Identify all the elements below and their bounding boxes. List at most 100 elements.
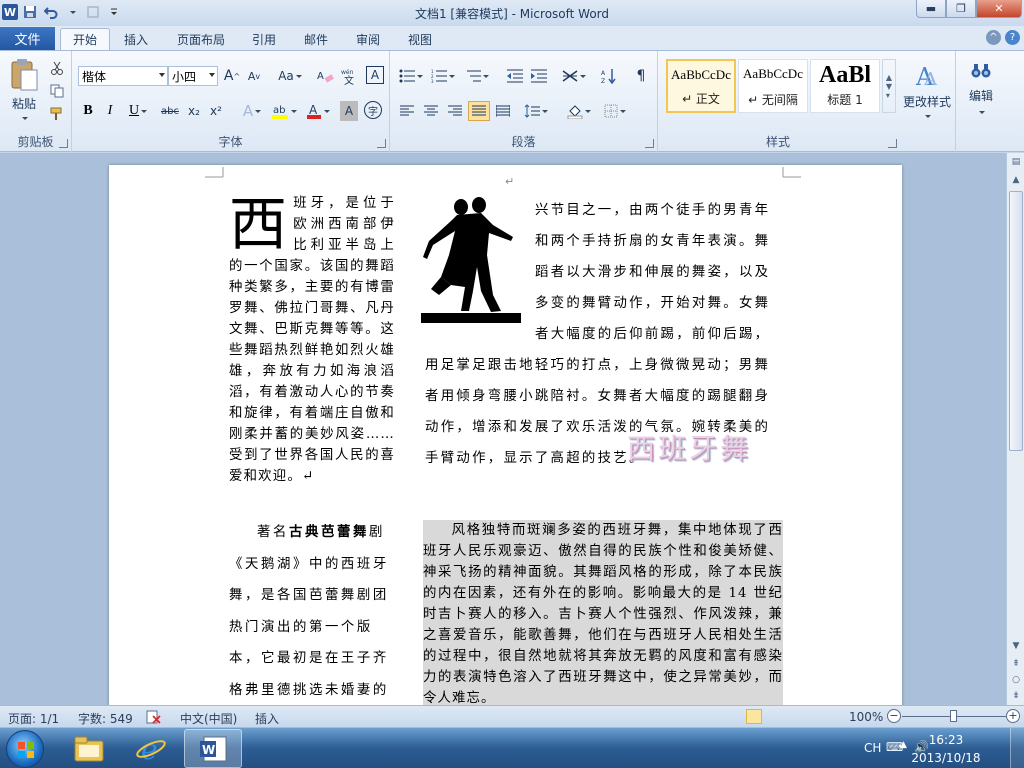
decrease-indent-icon[interactable]: [504, 66, 526, 86]
next-page-icon[interactable]: ⇟: [1009, 689, 1023, 703]
enclose-characters-icon[interactable]: 字: [364, 101, 382, 119]
clock-date[interactable]: 2013/10/18: [906, 751, 986, 765]
tab-file[interactable]: 文件: [0, 27, 55, 50]
superscript-button[interactable]: x²: [206, 101, 226, 121]
subscript-button[interactable]: x₂: [184, 101, 204, 121]
tab-review[interactable]: 审阅: [348, 28, 388, 50]
taskbar-ie-icon[interactable]: e: [122, 729, 180, 768]
document-page[interactable]: ↵ 西 班牙，是位于欧洲西南部伊比利亚半岛上的一个国家。该国的舞蹈种类繁多，主要…: [109, 165, 902, 705]
previous-page-icon[interactable]: ⇞: [1009, 657, 1023, 671]
tab-page-layout[interactable]: 页面布局: [168, 28, 234, 50]
shading-icon[interactable]: [564, 101, 594, 121]
scroll-up-icon[interactable]: ▲: [1009, 173, 1023, 187]
change-styles-dropdown-icon[interactable]: [920, 111, 934, 121]
help-icon[interactable]: ?: [1005, 30, 1020, 45]
change-styles-icon[interactable]: AA: [900, 57, 954, 95]
grow-font-icon[interactable]: A ^: [222, 66, 242, 86]
bold-button[interactable]: B: [78, 101, 98, 121]
ime-indicator[interactable]: CH: [864, 741, 881, 755]
phonetic-guide-icon[interactable]: wén 文: [340, 66, 362, 86]
styles-scroll[interactable]: ▲ ▼ ▾: [882, 59, 896, 113]
find-binoculars-icon[interactable]: [968, 57, 994, 85]
paste-icon[interactable]: [6, 55, 42, 95]
italic-button[interactable]: I: [100, 101, 120, 121]
font-size-combo[interactable]: 小四: [168, 66, 218, 86]
editing-dropdown-icon[interactable]: [974, 107, 988, 117]
bullets-icon[interactable]: [396, 66, 426, 86]
chinese-layout-icon[interactable]: [560, 66, 588, 86]
change-styles-button[interactable]: 更改样式: [898, 93, 956, 109]
proofing-icon[interactable]: [146, 710, 162, 727]
paste-button[interactable]: 粘贴: [6, 95, 42, 111]
minimize-ribbon-icon[interactable]: ^: [986, 30, 1001, 45]
zoom-out-icon[interactable]: −: [887, 709, 901, 723]
start-button[interactable]: [6, 730, 44, 768]
tab-mailings[interactable]: 邮件: [296, 28, 336, 50]
dancing-couple-picture[interactable]: [421, 195, 525, 327]
wordart-title[interactable]: 西班牙舞: [627, 427, 751, 467]
select-browse-object-icon[interactable]: ○: [1009, 673, 1023, 687]
style-tile-heading-1[interactable]: AaBl 标题 1: [810, 59, 880, 113]
draft-view-icon[interactable]: [826, 709, 842, 724]
style-tile-no-spacing[interactable]: AaBbCcDc ↵ 无间隔: [738, 59, 808, 113]
style-tile-normal[interactable]: AaBbCcDc ↵ 正文: [666, 59, 736, 113]
show-marks-icon[interactable]: ¶: [630, 66, 652, 86]
distributed-icon[interactable]: [492, 101, 514, 121]
insert-mode-status[interactable]: 插入: [255, 710, 279, 727]
justify-icon[interactable]: [468, 101, 490, 121]
web-layout-view-icon[interactable]: [786, 709, 802, 724]
numbering-icon[interactable]: 123: [428, 66, 458, 86]
sort-icon[interactable]: AZ: [598, 66, 620, 86]
borders-icon[interactable]: [600, 101, 630, 121]
line-spacing-icon[interactable]: [522, 101, 550, 121]
text-effects-icon[interactable]: A: [238, 101, 266, 121]
copy-icon[interactable]: [48, 82, 66, 100]
page-count[interactable]: 页面: 1/1: [8, 710, 59, 727]
print-layout-view-icon[interactable]: [746, 709, 762, 724]
clock-time[interactable]: 16:23: [906, 733, 986, 747]
close-button[interactable]: ✕: [976, 0, 1022, 18]
shrink-font-icon[interactable]: Av: [244, 66, 264, 86]
zoom-slider-thumb[interactable]: [950, 710, 957, 722]
clipboard-launcher-icon[interactable]: [59, 139, 68, 148]
font-launcher-icon[interactable]: [377, 139, 386, 148]
highlight-color-icon[interactable]: ab: [270, 101, 298, 121]
paragraph-style-origins[interactable]: 风格独特而斑斓多姿的西班牙舞，集中地体现了西班牙人民乐观豪迈、傲然自得的民族个性…: [423, 520, 783, 705]
editing-button[interactable]: 编辑: [960, 87, 1002, 103]
outline-view-icon[interactable]: [806, 709, 822, 724]
change-case-icon[interactable]: Aa: [276, 66, 304, 86]
tab-view[interactable]: 视图: [400, 28, 440, 50]
multilevel-list-icon[interactable]: [462, 66, 492, 86]
cut-icon[interactable]: [48, 59, 66, 77]
paragraph-launcher-icon[interactable]: [645, 139, 654, 148]
scroll-thumb[interactable]: [1009, 191, 1023, 451]
paste-dropdown-icon[interactable]: [16, 113, 32, 123]
tab-insert[interactable]: 插入: [114, 28, 158, 50]
paragraph-spain-intro[interactable]: 西 班牙，是位于欧洲西南部伊比利亚半岛上的一个国家。该国的舞蹈种类繁多，主要的有…: [229, 193, 395, 487]
tab-home[interactable]: 开始: [60, 28, 110, 50]
styles-launcher-icon[interactable]: [888, 139, 897, 148]
ruler-toggle-icon[interactable]: ▤: [1009, 155, 1023, 169]
paragraph-swan-lake[interactable]: 著名古典芭蕾舞剧《天鹅湖》中的西班牙舞，是各国芭蕾舞剧团热门演出的第一个版本，它…: [229, 517, 395, 705]
font-color-icon[interactable]: A: [304, 101, 332, 121]
align-left-icon[interactable]: [396, 101, 418, 121]
vertical-scrollbar[interactable]: ▤ ▲ ▼ ⇞ ○ ⇟: [1006, 153, 1024, 705]
scroll-down-icon[interactable]: ▼: [1009, 639, 1023, 653]
strikethrough-button[interactable]: abc: [158, 101, 182, 121]
zoom-in-icon[interactable]: +: [1006, 709, 1020, 723]
align-center-icon[interactable]: [420, 101, 442, 121]
align-right-icon[interactable]: [444, 101, 466, 121]
word-count[interactable]: 字数: 549: [78, 710, 133, 727]
font-name-combo[interactable]: 楷体: [78, 66, 168, 86]
show-desktop-button[interactable]: [1010, 728, 1024, 768]
underline-button[interactable]: U: [124, 101, 152, 121]
tab-references[interactable]: 引用: [244, 28, 284, 50]
zoom-level[interactable]: 100%: [849, 710, 883, 724]
taskbar-explorer-icon[interactable]: [60, 729, 118, 768]
character-shading-icon[interactable]: A: [340, 101, 358, 121]
maximize-button[interactable]: ❐: [946, 0, 976, 18]
language-status[interactable]: 中文(中国): [180, 710, 237, 727]
character-border-icon[interactable]: A: [366, 66, 384, 84]
increase-indent-icon[interactable]: [528, 66, 550, 86]
taskbar-word-icon[interactable]: W: [184, 729, 242, 768]
